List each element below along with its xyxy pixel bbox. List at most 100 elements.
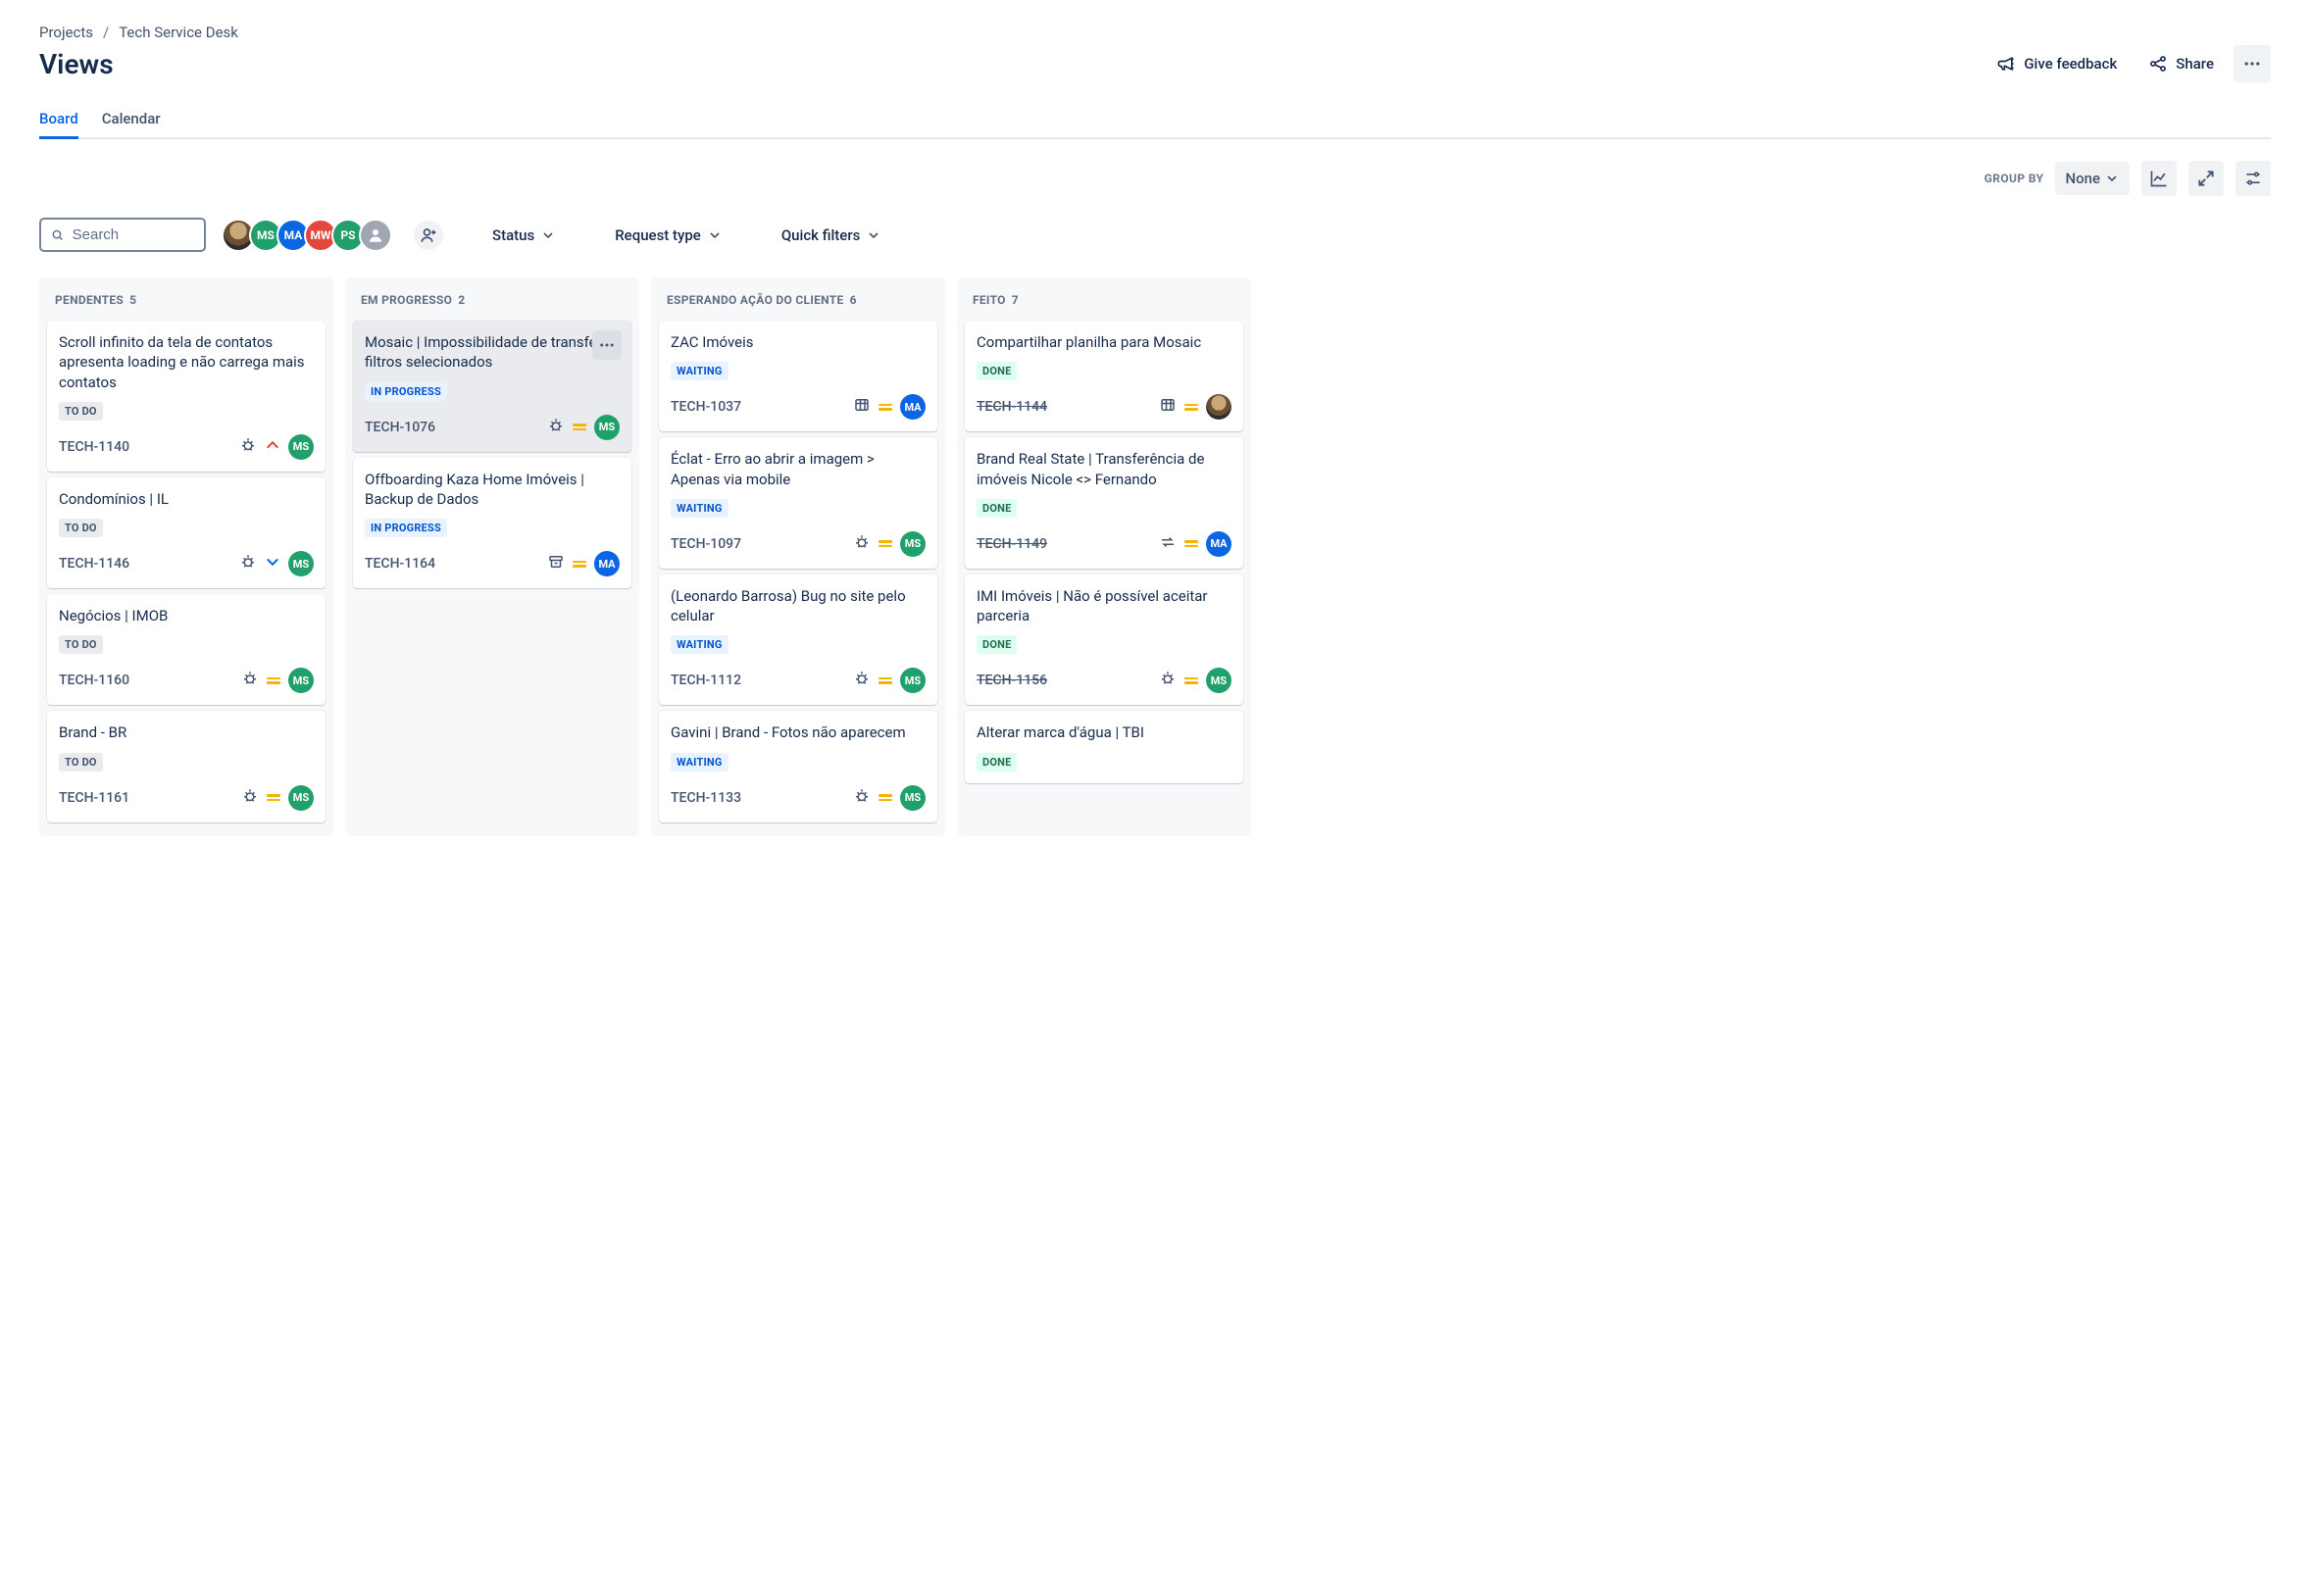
column-header[interactable]: ESPERANDO AÇÃO DO CLIENTE 6 (659, 289, 937, 321)
share-button[interactable]: Share (2136, 46, 2226, 81)
column-name: EM PROGRESSO (361, 293, 452, 307)
column-header[interactable]: PENDENTES 5 (47, 289, 326, 321)
search-box[interactable] (39, 218, 206, 252)
card-footer: TECH-1164 MA (365, 551, 620, 576)
card-key[interactable]: TECH-1133 (671, 790, 741, 806)
bug-icon (853, 670, 871, 691)
assignee-avatar[interactable]: MA (900, 394, 926, 420)
board-card[interactable]: Éclat - Erro ao abrir a imagem > Apenas … (659, 437, 937, 569)
column-header[interactable]: FEITO 7 (965, 289, 1243, 321)
card-menu-button[interactable] (592, 330, 622, 360)
tab-calendar[interactable]: Calendar (102, 102, 161, 137)
board-card[interactable]: Scroll infinito da tela de contatos apre… (47, 321, 326, 472)
card-key[interactable]: TECH-1164 (365, 556, 435, 572)
card-meta: MS (1159, 668, 1231, 693)
status-lozenge: DONE (977, 635, 1017, 654)
board-card[interactable]: Alterar marca d'água | TBIDONE (965, 711, 1243, 782)
search-input[interactable] (73, 226, 194, 243)
card-key[interactable]: TECH-1146 (59, 556, 129, 572)
card-key[interactable]: TECH-1076 (365, 420, 435, 435)
card-key[interactable]: TECH-1156 (977, 673, 1047, 688)
board-card[interactable]: (Leonardo Barrosa) Bug no site pelo celu… (659, 574, 937, 706)
table-icon (1159, 396, 1177, 418)
card-key[interactable]: TECH-1140 (59, 439, 129, 455)
breadcrumb-separator: / (103, 24, 109, 41)
breadcrumb-project-name[interactable]: Tech Service Desk (119, 24, 238, 41)
assignee-avatar[interactable]: MS (900, 785, 926, 811)
board-card[interactable]: Negócios | IMOBTO DOTECH-1160MS (47, 594, 326, 705)
quick-filters-label: Quick filters (781, 226, 861, 244)
sliders-icon (2243, 169, 2263, 188)
card-title: Éclat - Erro ao abrir a imagem > Apenas … (671, 449, 926, 489)
card-meta: MS (853, 531, 926, 557)
board-card[interactable]: Mosaic | Impossibilidade de transferir f… (353, 321, 631, 452)
board-card[interactable]: Brand Real State | Transferência de imóv… (965, 437, 1243, 569)
assignee-avatar[interactable]: MS (288, 668, 314, 693)
board-card[interactable]: Condomínios | ILTO DOTECH-1146MS (47, 477, 326, 588)
assignee-avatar[interactable]: MS (900, 668, 926, 693)
status-lozenge: DONE (977, 499, 1017, 518)
column-count: 7 (1012, 293, 1019, 307)
insights-button[interactable] (2141, 161, 2177, 196)
card-footer: TECH-1076 MS (365, 415, 620, 440)
request-type-filter[interactable]: Request type (611, 221, 727, 250)
status-filter-label: Status (492, 226, 534, 244)
board-card[interactable]: Offboarding Kaza Home Imóveis | Backup d… (353, 458, 631, 589)
header-actions: Give feedback Share (1984, 45, 2271, 82)
board-card[interactable]: IMI Imóveis | Não é possível aceitar par… (965, 574, 1243, 706)
assignee-avatar[interactable]: MA (1206, 531, 1231, 557)
bug-icon (853, 533, 871, 555)
board-card[interactable]: Brand - BRTO DOTECH-1161MS (47, 711, 326, 822)
assignee-avatar[interactable]: MS (288, 434, 314, 460)
add-people-button[interactable] (412, 219, 445, 252)
board-card[interactable]: Compartilhar planilha para MosaicDONETEC… (965, 321, 1243, 431)
card-footer: TECH-1144 (977, 394, 1231, 420)
groupby-row: GROUP BY None (39, 161, 2271, 196)
card-key[interactable]: TECH-1161 (59, 790, 129, 806)
card-footer: TECH-1037 MA (671, 394, 926, 420)
card-title: Offboarding Kaza Home Imóveis | Backup d… (365, 470, 620, 510)
board-column: ESPERANDO AÇÃO DO CLIENTE 6 ZAC Imóveis WA… (651, 277, 945, 836)
status-filter[interactable]: Status (488, 221, 560, 250)
card-title: Condomínios | IL (59, 489, 314, 509)
column-name: PENDENTES (55, 293, 124, 307)
chevron-down-icon (2104, 171, 2120, 186)
card-meta: MA (547, 551, 620, 576)
bug-icon (1159, 670, 1177, 691)
quick-filters[interactable]: Quick filters (778, 221, 886, 250)
assignee-avatar[interactable]: MS (594, 415, 620, 440)
user-avatar[interactable] (359, 219, 392, 252)
board-card[interactable]: Gavini | Brand - Fotos não aparecemWAITI… (659, 711, 937, 822)
card-key[interactable]: TECH-1097 (671, 536, 741, 552)
assignee-avatar[interactable]: MS (1206, 668, 1231, 693)
card-key[interactable]: TECH-1037 (671, 399, 741, 415)
assignee-avatar[interactable] (1206, 394, 1231, 420)
assignee-avatar[interactable]: MA (594, 551, 620, 576)
breadcrumb-projects[interactable]: Projects (39, 24, 93, 41)
card-key[interactable]: TECH-1144 (977, 399, 1047, 415)
fullscreen-button[interactable] (2188, 161, 2224, 196)
give-feedback-button[interactable]: Give feedback (1984, 46, 2129, 81)
column-header[interactable]: EM PROGRESSO 2 (353, 289, 631, 321)
card-title: ZAC Imóveis (671, 332, 926, 352)
card-footer: TECH-1133 MS (671, 785, 926, 811)
tab-board[interactable]: Board (39, 102, 78, 137)
groupby-select[interactable]: None (2055, 162, 2130, 195)
view-settings-button[interactable] (2235, 161, 2271, 196)
more-actions-button[interactable] (2234, 45, 2271, 82)
bug-icon (239, 436, 257, 458)
column-name: FEITO (973, 293, 1006, 307)
card-key[interactable]: TECH-1149 (977, 536, 1047, 552)
column-name: ESPERANDO AÇÃO DO CLIENTE (667, 293, 844, 307)
card-title: Gavini | Brand - Fotos não aparecem (671, 723, 926, 742)
assignee-avatar[interactable]: MS (900, 531, 926, 557)
assignee-avatar[interactable]: MS (288, 785, 314, 811)
card-footer: TECH-1112 MS (671, 668, 926, 693)
card-key[interactable]: TECH-1160 (59, 673, 129, 688)
card-key[interactable]: TECH-1112 (671, 673, 741, 688)
board-column: EM PROGRESSO 2Mosaic | Impossibilidade d… (345, 277, 639, 836)
assignee-avatar[interactable]: MS (288, 551, 314, 576)
board-card[interactable]: ZAC ImóveisWAITINGTECH-1037MA (659, 321, 937, 431)
priority-medium-icon (1184, 404, 1198, 411)
status-lozenge: WAITING (671, 635, 728, 654)
